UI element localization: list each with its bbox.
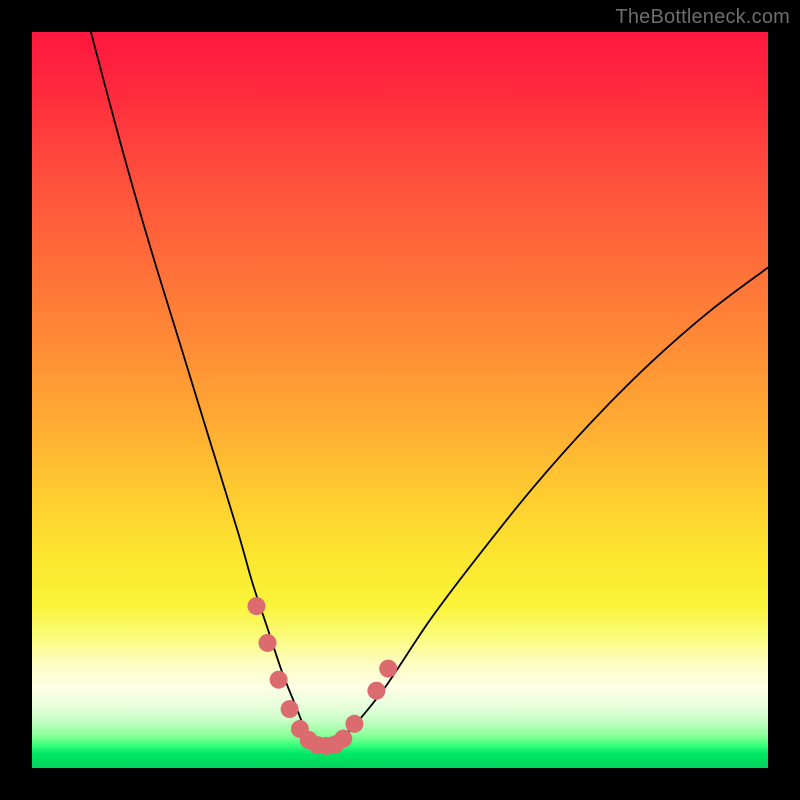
highlight-dot bbox=[334, 730, 352, 748]
plot-area bbox=[32, 32, 768, 768]
highlight-dot bbox=[379, 660, 397, 678]
chart-frame: TheBottleneck.com bbox=[0, 0, 800, 800]
highlight-dot bbox=[248, 597, 266, 615]
highlight-dot bbox=[270, 671, 288, 689]
curve-layer bbox=[32, 32, 768, 768]
highlight-dot bbox=[345, 715, 363, 733]
highlight-dot bbox=[367, 682, 385, 700]
highlight-dots bbox=[248, 597, 398, 755]
highlight-dot bbox=[259, 634, 277, 652]
highlight-dot bbox=[281, 700, 299, 718]
bottleneck-curve bbox=[91, 32, 768, 746]
watermark-text: TheBottleneck.com bbox=[615, 6, 790, 29]
